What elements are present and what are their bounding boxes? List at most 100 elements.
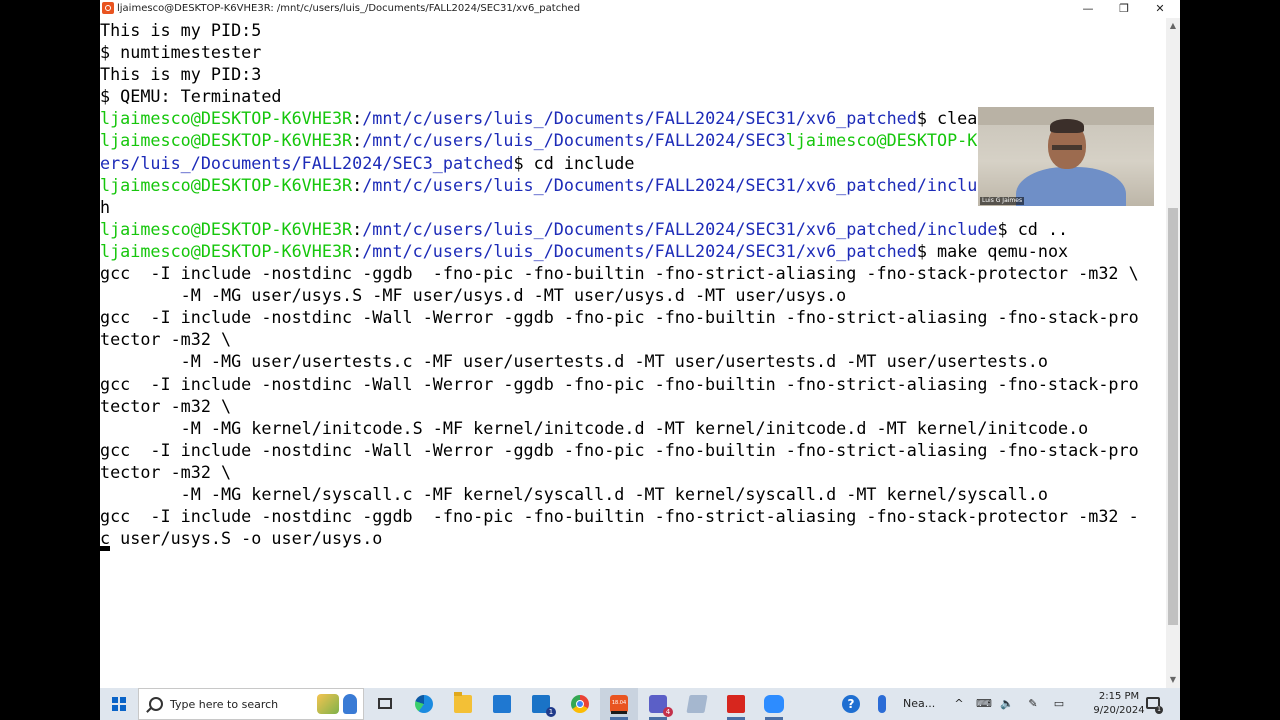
terminal-text: $ numtimestester	[100, 42, 262, 63]
terminal-text: :	[352, 130, 363, 151]
terminal-text: tector -m32 \	[100, 329, 232, 350]
search-placeholder: Type here to search	[170, 698, 279, 711]
search-highlight-icon[interactable]	[317, 694, 339, 714]
terminal-text: $ make qemu-nox	[916, 240, 1069, 261]
prompt-path: /mnt/c/users/luis_/Documents/FALL2024/SE…	[362, 108, 917, 129]
terminal-text: $ QEMU: Terminated	[100, 86, 282, 107]
terminal-text: $ cd ..	[997, 218, 1069, 239]
zoom-app-icon[interactable]	[764, 695, 784, 713]
terminal-text: gcc -I include -nostdinc -Wall -Werror -…	[100, 439, 1139, 460]
prompt-path: ers/luis_/Documents/FALL2024/SEC3_patche…	[100, 152, 514, 173]
minimize-button[interactable]: —	[1070, 0, 1106, 18]
terminal-text: $ clear	[916, 108, 988, 129]
terminal-line: tector -m32 \	[100, 395, 1166, 417]
task-view-icon[interactable]	[376, 695, 394, 713]
teams-badge: 4	[663, 707, 673, 717]
mail-badge: 1	[546, 707, 556, 717]
title-bar[interactable]: ljaimesco@DESKTOP-K6VHE3R: /mnt/c/users/…	[100, 0, 1180, 18]
prompt-path: /mnt/c/users/luis_/Documents/FALL2024/SE…	[362, 130, 786, 151]
terminal-line: -M -MG user/usys.S -MF user/usys.d -MT u…	[100, 284, 1166, 306]
weather-text[interactable]: Nea...	[903, 697, 935, 711]
prompt-user: ljaimesco@DESKTOP-K6VHE3R	[100, 130, 353, 151]
network-icon[interactable]: ▭	[1052, 697, 1066, 711]
terminal-line: c user/usys.S -o user/usys.o	[100, 527, 1166, 549]
presenter-glasses	[1052, 145, 1082, 150]
terminal-text: gcc -I include -nostdinc -Wall -Werror -…	[100, 373, 1139, 394]
presenter-hair	[1050, 119, 1084, 133]
chrome-browser-icon[interactable]	[571, 695, 589, 713]
terminal-text: -M -MG user/usertests.c -MF user/usertes…	[100, 351, 1048, 372]
prompt-user: ljaimesco@DESKTOP-K6VHE3R	[100, 108, 353, 129]
microsoft-store-icon[interactable]	[493, 695, 511, 713]
teams-icon[interactable]: 4	[649, 695, 673, 717]
terminal-line: -M -MG kernel/syscall.c -MF kernel/sysca…	[100, 483, 1166, 505]
show-hidden-icons-chevron-icon[interactable]: ^	[952, 697, 966, 711]
weather-thermometer-icon[interactable]	[878, 695, 886, 713]
webcam-caption: Luis G Jaimes	[980, 197, 1025, 205]
terminal-text: -M -MG kernel/syscall.c -MF kernel/sysca…	[100, 483, 1048, 504]
prompt-user: ljaimesco@DESKTOP-K6VHE3R	[100, 240, 353, 261]
search-icon	[149, 697, 163, 711]
terminal-text: :	[352, 240, 363, 261]
terminal-line: gcc -I include -nostdinc -ggdb -fno-pic …	[100, 505, 1166, 527]
ubuntu-terminal-icon[interactable]: 18.04	[610, 695, 628, 714]
terminal-text: tector -m32 \	[100, 395, 232, 416]
file-explorer-icon[interactable]	[454, 692, 472, 713]
taskbar: Type here to search 1 18.04 4 ? Nea... ^…	[100, 688, 1180, 720]
terminal-line: gcc -I include -nostdinc -Wall -Werror -…	[100, 306, 1166, 328]
terminal-text: :	[352, 218, 363, 239]
window-title: ljaimesco@DESKTOP-K6VHE3R: /mnt/c/users/…	[117, 3, 581, 14]
terminal-text: $ cd include	[513, 152, 635, 173]
terminal-text: h	[100, 196, 111, 217]
search-highlight-figure-icon[interactable]	[343, 694, 357, 714]
terminal-text: gcc -I include -nostdinc -ggdb -fno-pic …	[100, 506, 1139, 527]
terminal-line: ljaimesco@DESKTOP-K6VHE3R:/mnt/c/users/l…	[100, 240, 1166, 262]
terminal-line: gcc -I include -nostdinc -Wall -Werror -…	[100, 373, 1166, 395]
ubuntu-app-icon[interactable]	[102, 2, 114, 14]
prompt-path: /mnt/c/users/luis_/Documents/FALL2024/SE…	[362, 218, 998, 239]
tray-app-icon[interactable]: ⌨	[976, 697, 992, 711]
edge-browser-icon[interactable]	[415, 695, 433, 713]
scrollbar-thumb[interactable]	[1168, 208, 1178, 625]
terminal-line: -M -MG user/usertests.c -MF user/usertes…	[100, 350, 1166, 372]
terminal-cursor	[100, 546, 110, 551]
terminal-line: tector -m32 \	[100, 461, 1166, 483]
clock-time[interactable]: 2:15 PM	[1094, 691, 1144, 703]
maximize-button[interactable]: ❐	[1106, 0, 1142, 18]
terminal-text: -M -MG kernel/initcode.S -MF kernel/init…	[100, 417, 1089, 438]
close-button[interactable]: ✕	[1142, 0, 1178, 18]
prompt-path: /mnt/c/users/luis_/Documents/FALL2024/SE…	[362, 174, 998, 195]
scroll-up-arrow-icon[interactable]: ▲	[1166, 20, 1180, 32]
terminal-window: ljaimesco@DESKTOP-K6VHE3R: /mnt/c/users/…	[100, 0, 1180, 688]
terminal-text: gcc -I include -nostdinc -Wall -Werror -…	[100, 307, 1139, 328]
terminal-text: tector -m32 \	[100, 461, 232, 482]
prompt-path: /mnt/c/users/luis_/Documents/FALL2024/SE…	[362, 240, 917, 261]
terminal-line: gcc -I include -nostdinc -Wall -Werror -…	[100, 439, 1166, 461]
terminal-text: :	[352, 108, 363, 129]
terminal-line: This is my PID:3	[100, 63, 1166, 85]
terminal-text: This is my PID:5	[100, 20, 262, 40]
terminal-line: tector -m32 \	[100, 328, 1166, 350]
terminal-line: ljaimesco@DESKTOP-K6VHE3R:/mnt/c/users/l…	[100, 218, 1166, 240]
terminal-text: c user/usys.S -o user/usys.o	[100, 528, 383, 549]
notepad-icon[interactable]	[686, 695, 708, 713]
terminal-line: gcc -I include -nostdinc -ggdb -fno-pic …	[100, 262, 1166, 284]
mail-icon[interactable]: 1	[532, 695, 556, 717]
pen-icon[interactable]: ✎	[1026, 697, 1040, 711]
prompt-user: ljaimesco@DESKTOP-K6VHE3R	[100, 174, 353, 195]
terminal-line: $ numtimestester	[100, 41, 1166, 63]
notification-badge: 1	[1155, 706, 1163, 714]
terminal-line: $ QEMU: Terminated	[100, 85, 1166, 107]
terminal-line: This is my PID:5	[100, 19, 1166, 41]
scroll-down-arrow-icon[interactable]: ▼	[1166, 674, 1180, 686]
terminal-text: -M -MG user/usys.S -MF user/usys.d -MT u…	[100, 285, 847, 306]
taskbar-search-box[interactable]: Type here to search	[138, 688, 364, 720]
ubuntu-version-label: 18.04	[611, 700, 627, 706]
help-icon[interactable]: ?	[842, 695, 860, 713]
clock-date[interactable]: 9/20/2024	[1088, 705, 1150, 717]
vertical-scrollbar[interactable]: ▲ ▼	[1166, 18, 1180, 688]
volume-icon[interactable]: 🔈	[1000, 697, 1014, 711]
terminal-text: :	[352, 174, 363, 195]
acrobat-reader-icon[interactable]	[727, 695, 745, 713]
windows-start-icon[interactable]	[112, 697, 126, 711]
